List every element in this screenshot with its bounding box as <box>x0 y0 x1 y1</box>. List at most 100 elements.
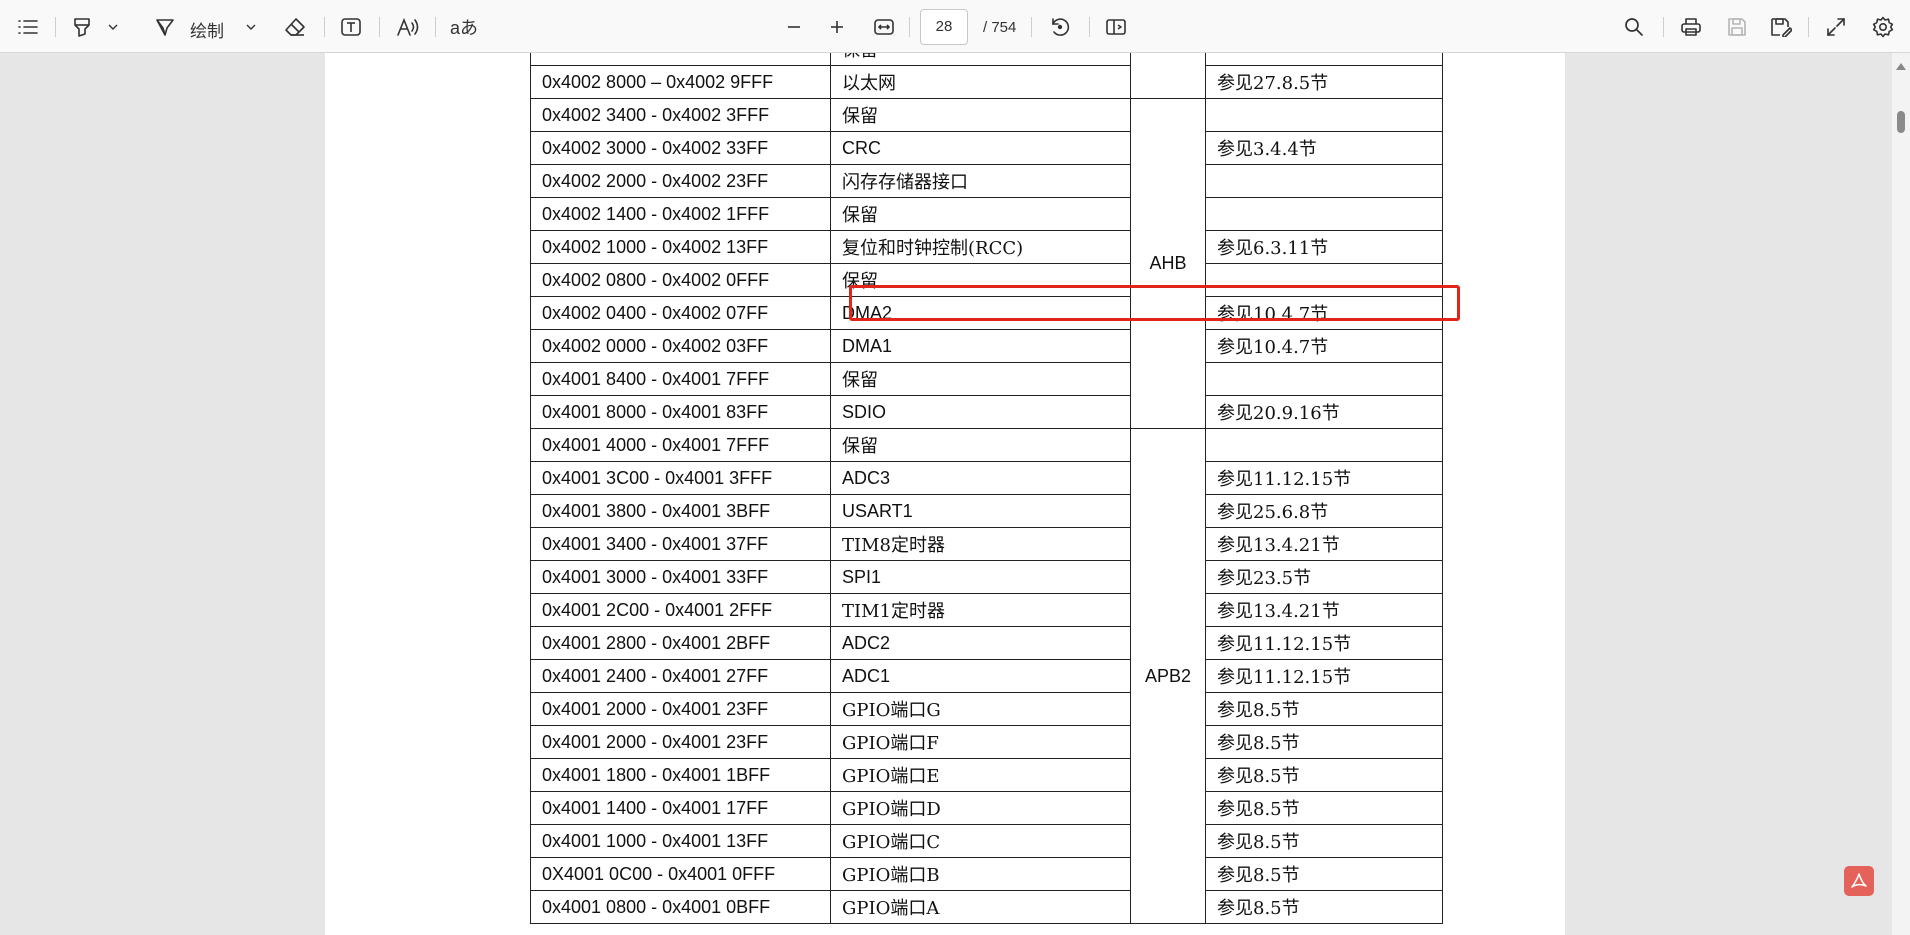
eraser-icon[interactable] <box>281 12 309 42</box>
address-range-cell: 0x4001 2000 - 0x4001 23FF <box>530 692 831 726</box>
address-range-cell: 0x4001 1400 - 0x4001 17FF <box>530 791 831 825</box>
toolbar-divider <box>1808 17 1809 37</box>
draw-label[interactable]: 绘制 <box>190 17 224 42</box>
address-range-cell: 0x4001 2400 - 0x4001 27FF <box>530 659 831 693</box>
table-row: 0x4002 3400 - 0x4002 3FFF 保留 AHB <box>530 98 1443 429</box>
fit-width-icon[interactable] <box>870 12 898 42</box>
table-row: 0x4002 8000 – 0x4002 9FFF 以太网 参见27.8.5节 <box>530 65 1443 99</box>
address-range-cell: 0x4001 1000 - 0x4001 13FF <box>530 824 831 858</box>
address-range-cell: 0x4001 4000 - 0x4001 7FFF <box>530 428 831 462</box>
toolbar-divider <box>1031 17 1032 37</box>
bus-cell <box>1130 53 1206 99</box>
highlight-box <box>849 285 1460 321</box>
peripheral-cell: TIM1定时器 <box>830 593 1131 627</box>
address-range-cell: 0x4002 3400 - 0x4002 3FFF <box>530 98 831 132</box>
pen-icon[interactable] <box>151 12 179 42</box>
table-row: 0x4001 2400 - 0x4001 27FF ADC1 参见11.12.15节 <box>530 659 1443 693</box>
list-icon[interactable] <box>14 12 42 42</box>
table-row: 0x4001 2000 - 0x4001 23FF GPIO端口F 参见8.5节 <box>530 725 1443 759</box>
table-row: 0x4001 8400 - 0x4001 7FFF 保留 <box>530 362 1443 396</box>
register-ref-cell <box>1205 98 1443 132</box>
address-range-cell: 0x4002 0000 - 0x4002 03FF <box>530 329 831 363</box>
address-range-cell: 0x4002 8000 – 0x4002 9FFF <box>530 65 831 99</box>
peripheral-cell: 保留 <box>830 98 1131 132</box>
peripheral-cell: GPIO端口A <box>830 890 1131 924</box>
peripheral-cell: 闪存存储器接口 <box>830 164 1131 198</box>
register-ref-cell: 参见27.8.5节 <box>1205 65 1443 99</box>
toolbar-divider <box>55 17 56 37</box>
address-range-cell: 0x4002 0800 - 0x4002 0FFF <box>530 263 831 297</box>
memory-map-table: 保留0x4002 8000 – 0x4002 9FFF以太网参见27.8.5节0… <box>530 53 1443 924</box>
page-view-icon[interactable] <box>1102 12 1130 42</box>
search-icon[interactable] <box>1620 12 1648 42</box>
table-row: 0x4001 3800 - 0x4001 3BFF USART1 参见25.6.8节 <box>530 494 1443 528</box>
peripheral-cell: 复位和时钟控制(RCC) <box>830 230 1131 264</box>
chevron-down-icon[interactable] <box>104 12 122 42</box>
save-icon[interactable] <box>1723 12 1751 42</box>
register-ref-cell: 参见23.5节 <box>1205 560 1443 594</box>
toolbar-divider <box>435 17 436 37</box>
register-ref-cell: 参见8.5节 <box>1205 890 1443 924</box>
register-ref-cell: 参见8.5节 <box>1205 791 1443 825</box>
table-row: 0x4001 3400 - 0x4001 37FF TIM8定时器 参见13.4.2… <box>530 527 1443 561</box>
rotate-icon[interactable] <box>1046 12 1074 42</box>
register-ref-cell: 参见8.5节 <box>1205 857 1443 891</box>
translate-icon[interactable]: aあ <box>449 12 479 42</box>
address-range-cell <box>530 53 831 66</box>
table-row: 0x4001 1000 - 0x4001 13FF GPIO端口C 参见8.5节 <box>530 824 1443 858</box>
document-viewer[interactable]: 保留0x4002 8000 – 0x4002 9FFF以太网参见27.8.5节0… <box>0 53 1892 935</box>
toolbar-divider <box>1089 17 1090 37</box>
acrobat-icon[interactable] <box>1844 866 1874 896</box>
page-total: / 754 <box>983 19 1017 36</box>
register-ref-cell <box>1205 428 1443 462</box>
text-box-icon[interactable] <box>337 12 365 42</box>
register-ref-cell: 参见25.6.8节 <box>1205 494 1443 528</box>
address-range-cell: 0X4001 0C00 - 0x4001 0FFF <box>530 857 831 891</box>
address-range-cell: 0x4001 3000 - 0x4001 33FF <box>530 560 831 594</box>
address-range-cell: 0x4001 1800 - 0x4001 1BFF <box>530 758 831 792</box>
address-range-cell: 0x4002 3000 - 0x4002 33FF <box>530 131 831 165</box>
peripheral-cell: SPI1 <box>830 560 1131 594</box>
register-ref-cell: 参见11.12.15节 <box>1205 461 1443 495</box>
address-range-cell: 0x4001 2C00 - 0x4001 2FFF <box>530 593 831 627</box>
peripheral-cell: GPIO端口G <box>830 692 1131 726</box>
expand-icon[interactable] <box>1822 12 1850 42</box>
vertical-scrollbar[interactable] <box>1892 53 1910 935</box>
highlighter-icon[interactable] <box>68 12 96 42</box>
peripheral-cell: CRC <box>830 131 1131 165</box>
gear-icon[interactable] <box>1869 12 1897 42</box>
address-range-cell: 0x4001 3800 - 0x4001 3BFF <box>530 494 831 528</box>
plus-icon[interactable] <box>823 12 851 42</box>
address-range-cell: 0x4001 2000 - 0x4001 23FF <box>530 725 831 759</box>
print-icon[interactable] <box>1677 12 1705 42</box>
toolbar-divider <box>1663 17 1664 37</box>
read-aloud-icon[interactable] <box>394 12 422 42</box>
address-range-cell: 0x4001 3400 - 0x4001 37FF <box>530 527 831 561</box>
address-range-cell: 0x4001 2800 - 0x4001 2BFF <box>530 626 831 660</box>
register-ref-cell: 参见11.12.15节 <box>1205 659 1443 693</box>
peripheral-cell: GPIO端口C <box>830 824 1131 858</box>
register-ref-cell: 参见8.5节 <box>1205 692 1443 726</box>
peripheral-cell: ADC1 <box>830 659 1131 693</box>
pdf-page: 保留0x4002 8000 – 0x4002 9FFF以太网参见27.8.5节0… <box>325 53 1565 935</box>
minus-icon[interactable] <box>780 12 808 42</box>
peripheral-cell: SDIO <box>830 395 1131 429</box>
peripheral-cell: DMA1 <box>830 329 1131 363</box>
chevron-down-icon[interactable] <box>242 12 260 42</box>
peripheral-cell: 保留 <box>830 428 1131 462</box>
address-range-cell: 0x4001 0800 - 0x4001 0BFF <box>530 890 831 924</box>
address-range-cell: 0x4002 1000 - 0x4002 13FF <box>530 230 831 264</box>
bus-cell: APB2 <box>1130 428 1206 924</box>
scroll-thumb[interactable] <box>1897 111 1905 133</box>
register-ref-cell <box>1205 197 1443 231</box>
register-ref-cell: 参见10.4.7节 <box>1205 329 1443 363</box>
page-number-input[interactable]: 28 <box>920 9 968 45</box>
save-as-icon[interactable] <box>1767 12 1795 42</box>
address-range-cell: 0x4002 0400 - 0x4002 07FF <box>530 296 831 330</box>
register-ref-cell: 参见13.4.21节 <box>1205 593 1443 627</box>
address-range-cell: 0x4001 3C00 - 0x4001 3FFF <box>530 461 831 495</box>
table-row: 0x4001 2000 - 0x4001 23FF GPIO端口G 参见8.5节 <box>530 692 1443 726</box>
register-ref-cell: 参见13.4.21节 <box>1205 527 1443 561</box>
scroll-up-arrow[interactable] <box>1896 63 1906 70</box>
register-ref-cell <box>1205 362 1443 396</box>
